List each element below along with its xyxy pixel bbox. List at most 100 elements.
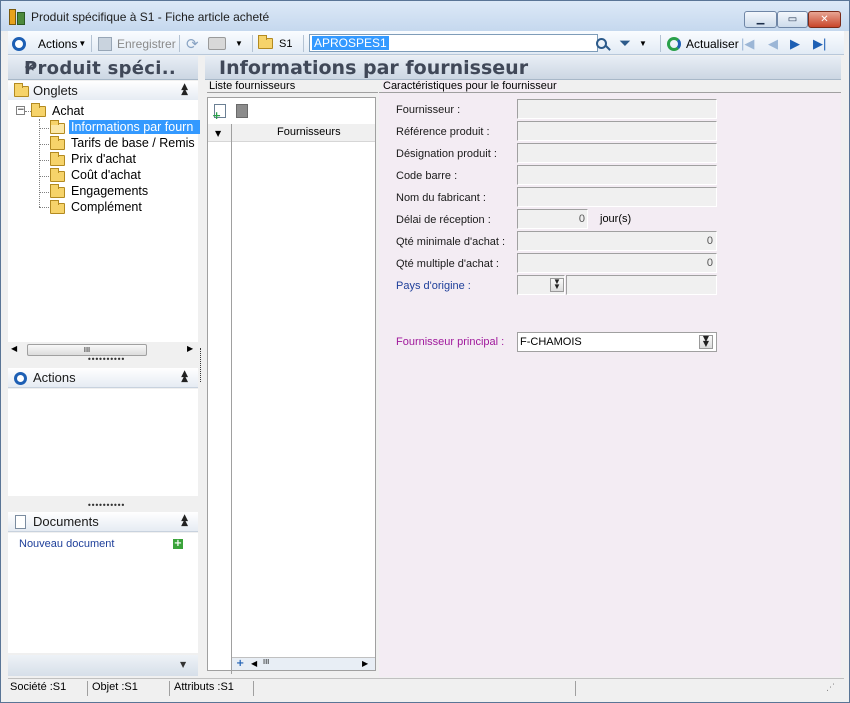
main-supplier-value: F-CHAMOIS	[520, 336, 582, 348]
folder-icon	[50, 152, 65, 166]
save-label: Enregistrer	[117, 36, 176, 51]
main-title-bar: Informations par fournisseur	[205, 56, 841, 80]
close-button[interactable]: ✕	[808, 11, 841, 28]
origin-country-select[interactable]: ▼ ▼	[517, 275, 565, 295]
refresh-button[interactable]: Actualiser	[667, 35, 739, 52]
search-button[interactable]	[596, 35, 611, 52]
actions-menu-button[interactable]: Actions ▼	[38, 35, 86, 52]
scroll-left-icon[interactable]: ◀	[11, 344, 17, 353]
scroll-left-icon[interactable]: ◀	[251, 659, 257, 668]
left-panel-footer: ▼	[8, 655, 198, 676]
chevron-down-icon[interactable]: ▼	[215, 129, 221, 138]
manufacturer-label: Nom du fabricant :	[396, 192, 486, 204]
tree-item-complement[interactable]: Complément	[71, 200, 142, 214]
tabs-section-header[interactable]: Onglets ▲ ▲	[8, 81, 198, 101]
folder-icon	[258, 35, 273, 49]
product-desc-field[interactable]	[517, 143, 717, 163]
minimize-icon: ▁	[756, 14, 765, 25]
main-supplier-select[interactable]: F-CHAMOIS ▼ ▼	[517, 332, 717, 352]
maximize-button[interactable]: ▭	[777, 11, 808, 28]
chevron-down-icon[interactable]: ▼	[180, 660, 186, 669]
add-icon[interactable]: +	[173, 539, 183, 549]
sync-icon[interactable]: ⟳	[186, 35, 199, 53]
barcode-field[interactable]	[517, 165, 717, 185]
scroll-thumb[interactable]: III	[263, 658, 275, 669]
first-record-icon[interactable]: |◀	[741, 35, 754, 52]
folder-icon	[50, 184, 65, 198]
supplier-column-header[interactable]: Fournisseurs	[277, 126, 341, 138]
filter-button[interactable]: ⏷ ▼	[619, 35, 647, 52]
delete-supplier-icon[interactable]	[236, 104, 248, 118]
site-button[interactable]: S1	[258, 35, 292, 52]
tree-root-achat[interactable]: Achat	[52, 104, 84, 118]
add-icon[interactable]: +	[236, 658, 244, 669]
add-supplier-icon[interactable]: +	[212, 104, 226, 122]
main-supplier-label: Fournisseur principal :	[396, 336, 505, 348]
product-ref-field[interactable]	[517, 121, 717, 141]
actions-icon[interactable]	[12, 35, 26, 52]
status-empty	[256, 681, 576, 696]
printer-icon	[208, 37, 226, 50]
splitter-grip[interactable]: ••••••••••	[87, 501, 125, 510]
save-button[interactable]: Enregistrer	[98, 35, 176, 52]
maximize-icon: ▭	[787, 14, 798, 25]
collapse-tree-icon[interactable]: −	[16, 106, 25, 115]
origin-country-label[interactable]: Pays d'origine :	[396, 280, 471, 292]
tree-item-tarifs[interactable]: Tarifs de base / Remis	[71, 136, 200, 150]
multiple-qty-field[interactable]: 0	[517, 253, 717, 273]
supplier-list: + ▼ Fournisseurs + ◀ III ▶	[207, 97, 376, 674]
tree-item-cout-achat[interactable]: Coût d'achat	[71, 168, 141, 182]
supplier-field[interactable]	[517, 99, 717, 119]
double-chevron-down-icon[interactable]: ▼ ▼	[699, 335, 713, 349]
documents-list: Nouveau document +	[8, 533, 198, 653]
refresh-label: Actualiser	[686, 36, 739, 51]
tree-item-engagements[interactable]: Engagements	[71, 184, 148, 198]
scroll-right-icon[interactable]: ▶	[187, 344, 193, 353]
manufacturer-field[interactable]	[517, 187, 717, 207]
tree-item-prix-achat[interactable]: Prix d'achat	[71, 152, 136, 166]
record-search-input[interactable]: APROSPES1	[309, 34, 598, 52]
origin-country-name-field	[566, 275, 717, 295]
resize-grip-icon[interactable]: ⋰	[826, 683, 835, 693]
record-search-value: APROSPES1	[312, 36, 389, 50]
delay-unit: jour(s)	[600, 213, 632, 225]
min-qty-label: Qté minimale d'achat :	[396, 236, 506, 248]
collapse-section-icon: ▲ ▲	[181, 513, 188, 528]
collapse-panel-icon[interactable]: «	[24, 57, 192, 77]
product-desc-label: Désignation produit :	[396, 148, 497, 160]
print-button[interactable]: ▼	[208, 35, 243, 52]
tree-item-informations[interactable]: Informations par fourn	[69, 120, 200, 134]
vertical-splitter[interactable]	[200, 348, 201, 382]
collapse-section-icon: ▲ ▲	[181, 369, 188, 384]
multiple-qty-label: Qté multiple d'achat :	[396, 258, 499, 270]
application-window: Produit spécifique à S1 - Fiche article …	[0, 0, 850, 703]
splitter-grip[interactable]: ••••••••••	[87, 355, 125, 364]
folder-icon	[14, 83, 29, 97]
window-title: Produit spécifique à S1 - Fiche article …	[31, 10, 270, 24]
open-folder-icon	[50, 120, 65, 134]
actions-section-header[interactable]: Actions ▲ ▲	[8, 368, 198, 388]
minimize-button[interactable]: ▁	[744, 11, 777, 28]
title-bar: Produit spécifique à S1 - Fiche article …	[1, 1, 849, 31]
documents-section-label: Documents	[33, 514, 99, 529]
actions-menu-label: Actions	[38, 36, 78, 51]
next-record-icon[interactable]: ▶	[790, 35, 800, 52]
last-record-icon[interactable]: ▶|	[813, 35, 826, 52]
circle-target-icon	[14, 372, 27, 385]
site-label: S1	[279, 37, 293, 50]
double-chevron-down-icon[interactable]: ▼ ▼	[550, 278, 564, 292]
min-qty-field[interactable]: 0	[517, 231, 717, 251]
folder-icon	[50, 168, 65, 182]
delay-field[interactable]: 0	[517, 209, 588, 229]
document-icon	[15, 515, 26, 529]
documents-section-header[interactable]: Documents ▲ ▲	[8, 512, 198, 532]
prev-record-icon[interactable]: ◀	[768, 35, 778, 52]
folder-icon	[31, 103, 46, 117]
new-document-link[interactable]: Nouveau document	[19, 538, 114, 550]
supplier-list-scrollbar[interactable]: + ◀ III ▶	[232, 657, 375, 670]
left-panel-title: Produit spéci.. «	[8, 56, 198, 80]
scroll-right-icon[interactable]: ▶	[362, 659, 368, 668]
folder-icon	[50, 200, 65, 214]
toolbar: Actions ▼ Enregistrer ⟳ ▼ S1 APROSPES1 ⏷…	[8, 31, 844, 55]
collapse-section-icon: ▲ ▲	[181, 82, 188, 97]
